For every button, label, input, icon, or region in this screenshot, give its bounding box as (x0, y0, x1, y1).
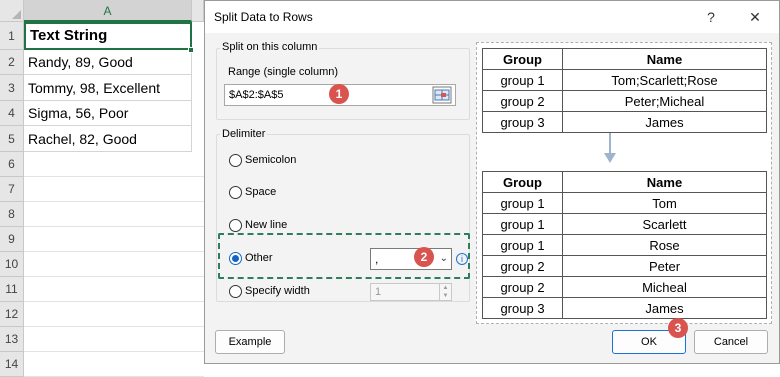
name-cell: Peter;Micheal (562, 90, 767, 112)
preview-before-table: Group Name group 1 Tom;Scarlett;Rose group 2… (482, 48, 767, 133)
table-row: group 2 Peter;Micheal (482, 90, 767, 112)
sheet-cell[interactable]: Randy, 89, Good (24, 50, 192, 75)
group-cell: group 3 (482, 297, 563, 319)
name-cell: Peter (562, 255, 767, 277)
chevron-down-icon[interactable]: ⌄ (440, 249, 448, 269)
close-button[interactable]: ✕ (735, 1, 775, 33)
range-label: Range (single column) (228, 66, 339, 78)
step-badge-1: 1 (329, 84, 349, 104)
sheet-cell[interactable]: Rachel, 82, Good (24, 126, 192, 152)
group-cell: group 1 (482, 234, 563, 256)
other-delimiter-value: , (375, 252, 379, 266)
row-header[interactable]: 3 (0, 75, 24, 101)
info-icon[interactable]: i (456, 253, 468, 265)
range-value: $A$2:$A$5 (229, 89, 284, 101)
row-header[interactable]: 1 (0, 22, 24, 50)
row-header[interactable]: 6 (0, 152, 24, 177)
name-cell: Rose (562, 234, 767, 256)
width-value: 1 (375, 286, 382, 298)
name-cell: Micheal (562, 276, 767, 298)
row-header[interactable]: 2 (0, 50, 24, 75)
radio-other-circle[interactable] (229, 252, 242, 265)
row-header[interactable]: 4 (0, 101, 24, 126)
column-header-b[interactable] (192, 0, 204, 22)
group-cell: group 1 (482, 213, 563, 235)
column-header-a[interactable]: A (24, 0, 192, 22)
name-cell: James (562, 111, 767, 133)
example-button[interactable]: Example (215, 330, 285, 354)
range-select-icon[interactable] (432, 86, 452, 104)
name-cell: James (562, 297, 767, 319)
name-cell: Tom;Scarlett;Rose (562, 69, 767, 91)
preview-after-table: Group Name group 1 Tom group 1 Scarlett group … (482, 171, 767, 319)
preview-header-row: Group Name (482, 48, 767, 70)
group-cell: group 2 (482, 276, 563, 298)
radio-new-line-circle[interactable] (229, 219, 242, 232)
cancel-button[interactable]: Cancel (694, 330, 768, 354)
split-column-group-label: Split on this column (220, 41, 320, 53)
table-row: group 1 Scarlett (482, 213, 767, 235)
preview-header-row: Group Name (482, 171, 767, 193)
group-cell: group 1 (482, 192, 563, 214)
row-header[interactable]: 7 (0, 177, 24, 202)
width-spinner[interactable]: 1 ▲ ▼ (370, 283, 452, 301)
group-cell: group 3 (482, 111, 563, 133)
sheet-gridline (24, 351, 204, 352)
sheet-gridline (24, 201, 204, 202)
name-cell: Scarlett (562, 213, 767, 235)
radio-specify-width-circle[interactable] (229, 285, 242, 298)
table-row: group 1 Rose (482, 234, 767, 256)
sheet-gridline (24, 226, 204, 227)
select-all-corner[interactable] (0, 0, 24, 22)
group-cell: group 1 (482, 69, 563, 91)
dialog-title: Split Data to Rows (214, 10, 313, 24)
sheet-cell[interactable]: Tommy, 98, Excellent (24, 75, 192, 101)
header-name: Name (562, 48, 767, 70)
table-row: group 3 James (482, 297, 767, 319)
radio-space-circle[interactable] (229, 186, 242, 199)
table-row: group 1 Tom;Scarlett;Rose (482, 69, 767, 91)
sheet-gridline (24, 326, 204, 327)
table-row: group 1 Tom (482, 192, 767, 214)
sheet-cell[interactable]: Sigma, 56, Poor (24, 101, 192, 126)
other-delimiter-combo[interactable]: , ⌄ (370, 248, 452, 270)
radio-other-label: Other (245, 252, 273, 264)
header-group: Group (482, 48, 563, 70)
group-cell: group 2 (482, 255, 563, 277)
table-row: group 3 James (482, 111, 767, 133)
row-header[interactable]: 8 (0, 202, 24, 227)
table-row: group 2 Peter (482, 255, 767, 277)
radio-semicolon-label: Semicolon (245, 154, 297, 166)
row-header[interactable]: 10 (0, 252, 24, 277)
row-header[interactable]: 12 (0, 302, 24, 327)
row-header[interactable]: 13 (0, 327, 24, 352)
row-header[interactable]: 14 (0, 352, 24, 377)
radio-specify-width-label: Specify width (245, 285, 310, 297)
help-button[interactable]: ? (691, 1, 731, 33)
row-header[interactable]: 11 (0, 277, 24, 302)
fill-handle[interactable] (188, 47, 194, 53)
radio-new-line-label: New line (245, 219, 288, 231)
arrow-down-icon (604, 133, 616, 163)
radio-space-label: Space (245, 186, 277, 198)
cell-a1[interactable]: Text String (24, 22, 192, 50)
header-group: Group (482, 171, 563, 193)
dialog-titlebar: Split Data to Rows ? ✕ (205, 1, 779, 33)
delimiter-group-label: Delimiter (220, 128, 268, 140)
sheet-gridline (24, 176, 204, 177)
group-cell: group 2 (482, 90, 563, 112)
row-header[interactable]: 9 (0, 227, 24, 252)
sheet-gridline (24, 276, 204, 277)
name-cell: Tom (562, 192, 767, 214)
sheet-gridline (24, 301, 204, 302)
header-name: Name (562, 171, 767, 193)
table-row: group 2 Micheal (482, 276, 767, 298)
row-header[interactable]: 5 (0, 126, 24, 152)
step-badge-2: 2 (414, 247, 434, 267)
sheet-gridline (24, 251, 204, 252)
spin-up-icon[interactable]: ▲ (439, 284, 451, 292)
spin-down-icon[interactable]: ▼ (439, 292, 451, 300)
step-badge-3: 3 (668, 318, 688, 338)
radio-semicolon-circle[interactable] (229, 154, 242, 167)
